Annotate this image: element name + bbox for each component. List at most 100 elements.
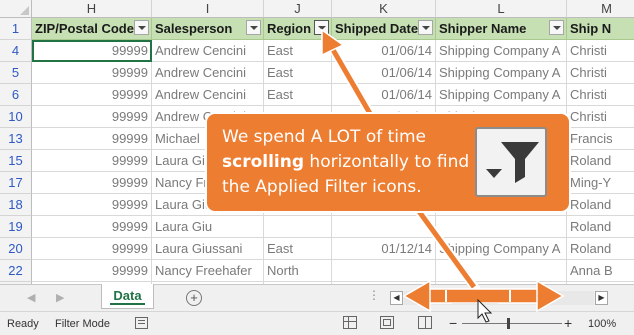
row-number[interactable]: 6 — [0, 84, 32, 106]
macro-recording-icon[interactable] — [135, 317, 148, 329]
table-cell-zip[interactable]: 99999 — [32, 194, 152, 216]
table-cell-shipped[interactable]: 01/06/14 — [332, 40, 436, 62]
normal-view-icon[interactable] — [343, 316, 357, 329]
page-break-preview-icon[interactable] — [418, 316, 432, 329]
horizontal-scrollbar-thumb[interactable] — [452, 292, 498, 304]
filter-dropdown-icon[interactable] — [246, 20, 261, 35]
table-cell-ship[interactable]: Roland — [567, 216, 634, 238]
table-cell-ship[interactable]: Francis — [567, 128, 634, 150]
table-cell-ship[interactable]: Christi — [567, 40, 634, 62]
column-header-j[interactable]: J — [264, 0, 332, 18]
table-header-cell[interactable]: Salesperson — [152, 18, 264, 40]
row-number[interactable]: 15 — [0, 150, 32, 172]
table-cell-zip[interactable]: 99999 — [32, 40, 152, 62]
row-number[interactable]: 13 — [0, 128, 32, 150]
row-number[interactable]: 19 — [0, 216, 32, 238]
table-header-label: Shipper Name — [439, 21, 527, 36]
status-filter-mode: Filter Mode — [55, 318, 111, 330]
page-layout-view-icon[interactable] — [380, 316, 394, 329]
table-cell-region[interactable]: East — [264, 62, 332, 84]
table-cell-salesperson[interactable]: Laura Giussani — [152, 238, 264, 260]
table-cell-region[interactable]: North — [264, 260, 332, 282]
table-header-cell[interactable]: Shipper Name — [436, 18, 567, 40]
table-cell-shipped[interactable]: 01/06/14 — [332, 84, 436, 106]
row-number[interactable]: 4 — [0, 40, 32, 62]
zoom-in-button[interactable]: + — [564, 315, 572, 331]
filter-dropdown-icon[interactable] — [134, 20, 149, 35]
table-header-cell[interactable]: Region — [264, 18, 332, 40]
table-cell-shipper[interactable]: Shipping Company A — [436, 62, 567, 84]
table-cell-region[interactable]: East — [264, 238, 332, 260]
filter-dropdown-icon[interactable] — [549, 20, 564, 35]
table-cell-zip[interactable]: 99999 — [32, 238, 152, 260]
table-cell-ship[interactable]: Roland — [567, 238, 634, 260]
filter-applied-icon[interactable] — [314, 20, 329, 35]
column-header-m[interactable]: M — [567, 0, 634, 18]
row-number[interactable]: 17 — [0, 172, 32, 194]
table-cell-ship[interactable]: Ming-Y — [567, 172, 634, 194]
table-cell-salesperson[interactable]: Laura Giu — [152, 216, 264, 238]
sheet-tab-data[interactable]: Data — [101, 284, 154, 309]
table-cell-zip[interactable]: 99999 — [32, 172, 152, 194]
table-cell-shipper[interactable] — [436, 216, 567, 238]
table-header-cell[interactable]: ZIP/Postal Code — [32, 18, 152, 40]
row-number[interactable]: 20 — [0, 238, 32, 260]
table-cell-shipper[interactable]: Shipping Company A — [436, 84, 567, 106]
table-cell-ship[interactable]: Anna B — [567, 260, 634, 282]
table-cell-region[interactable]: East — [264, 40, 332, 62]
column-header-h[interactable]: H — [32, 0, 152, 18]
table-cell-ship[interactable]: Christi — [567, 62, 634, 84]
row-number[interactable]: 5 — [0, 62, 32, 84]
table-cell-region[interactable]: East — [264, 84, 332, 106]
scroll-left-arrow-icon[interactable]: ◀ — [390, 291, 403, 305]
table-cell-salesperson[interactable]: Andrew Cencini — [152, 40, 264, 62]
zoom-slider-track[interactable] — [462, 323, 562, 324]
table-header-cell[interactable]: Shipped Date — [332, 18, 436, 40]
table-cell-shipped[interactable]: 01/12/14 — [332, 238, 436, 260]
tab-scroll-right-icon[interactable]: ▶ — [56, 291, 64, 304]
row-number[interactable]: 1 — [0, 18, 32, 40]
table-cell-shipped[interactable] — [332, 260, 436, 282]
table-cell-ship[interactable]: Christi — [567, 106, 634, 128]
table-cell-shipper[interactable] — [436, 260, 567, 282]
table-cell-region[interactable] — [264, 216, 332, 238]
callout-line-1: We spend A LOT of time — [222, 127, 427, 147]
column-header-k[interactable]: K — [332, 0, 436, 18]
zoom-out-button[interactable]: − — [449, 315, 457, 331]
filter-dropdown-icon[interactable] — [418, 20, 433, 35]
table-cell-zip[interactable]: 99999 — [32, 216, 152, 238]
table-cell-ship[interactable]: Roland — [567, 194, 634, 216]
table-cell-shipped[interactable]: 01/06/14 — [332, 62, 436, 84]
table-cell-salesperson[interactable]: Nancy Freehafer — [152, 260, 264, 282]
table-cell-zip[interactable]: 99999 — [32, 84, 152, 106]
table-header-cell[interactable]: Ship N — [567, 18, 634, 40]
tab-split-handle[interactable]: ⋮ — [368, 288, 380, 302]
row-number[interactable]: 22 — [0, 260, 32, 282]
table-cell-ship[interactable]: Roland — [567, 150, 634, 172]
sheet-tab-bar: ◀ ▶ Data + ⋮ ◀ ▶ — [0, 284, 634, 311]
zoom-slider-thumb[interactable] — [507, 318, 510, 329]
horizontal-scrollbar-track[interactable] — [404, 291, 594, 305]
plus-circle-icon[interactable]: + — [186, 290, 202, 306]
column-header-l[interactable]: L — [436, 0, 567, 18]
table-cell-zip[interactable]: 99999 — [32, 260, 152, 282]
table-cell-ship[interactable]: Christi — [567, 84, 634, 106]
table-cell-shipper[interactable]: Shipping Company A — [436, 238, 567, 260]
filter-applied-icon — [475, 127, 547, 197]
table-cell-zip[interactable]: 99999 — [32, 62, 152, 84]
row-number[interactable]: 18 — [0, 194, 32, 216]
table-cell-salesperson[interactable]: Andrew Cencini — [152, 84, 264, 106]
scroll-right-arrow-icon[interactable]: ▶ — [595, 291, 608, 305]
row-number[interactable]: 10 — [0, 106, 32, 128]
select-all-corner[interactable] — [0, 0, 32, 18]
table-cell-salesperson[interactable]: Andrew Cencini — [152, 62, 264, 84]
table-cell-zip[interactable]: 99999 — [32, 106, 152, 128]
tab-scroll-left-icon[interactable]: ◀ — [27, 291, 35, 304]
zoom-level[interactable]: 100% — [588, 318, 616, 330]
column-header-i[interactable]: I — [152, 0, 264, 18]
table-cell-zip[interactable]: 99999 — [32, 150, 152, 172]
table-cell-shipped[interactable] — [332, 216, 436, 238]
table-cell-shipper[interactable]: Shipping Company A — [436, 40, 567, 62]
table-cell-zip[interactable]: 99999 — [32, 128, 152, 150]
callout-line-2-rest: horizontally to find — [304, 152, 470, 172]
